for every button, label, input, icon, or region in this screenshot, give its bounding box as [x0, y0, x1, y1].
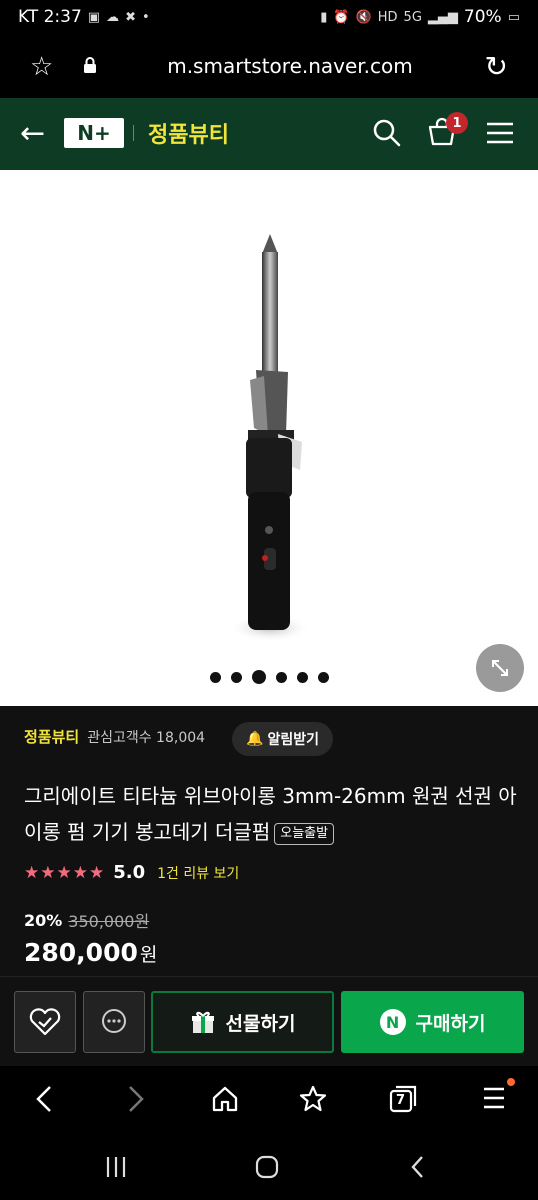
- bell-plus-icon: 🔔: [246, 731, 264, 747]
- store-header: ← N+ 정품뷰티 1: [0, 98, 538, 170]
- discount-row: 20% 350,000원: [24, 908, 149, 932]
- carousel-dot[interactable]: [209, 671, 221, 683]
- original-price: 350,000원: [68, 912, 150, 931]
- carrier-time: KT 2:37: [18, 7, 82, 27]
- alarm-subscribe-button[interactable]: 🔔 알림받기: [232, 722, 333, 756]
- carousel-dot[interactable]: [317, 671, 329, 683]
- browser-forward-icon[interactable]: [124, 1084, 148, 1114]
- carousel-dot[interactable]: [296, 671, 308, 683]
- alarm-icon: ⏰: [333, 9, 350, 25]
- carousel-dot-active[interactable]: [251, 670, 266, 684]
- signal-icon: ▂▄▆: [427, 9, 458, 25]
- network-5g-icon: 5G: [403, 9, 422, 25]
- review-link[interactable]: 1건 리뷰 보기: [157, 863, 239, 883]
- url-text[interactable]: m.smartstore.naver.com: [0, 54, 538, 78]
- system-home-icon[interactable]: [254, 1154, 280, 1180]
- cloud-notification-icon: ☁: [106, 9, 120, 25]
- mute-notification-icon: ✖: [125, 9, 136, 25]
- product-image: [230, 234, 310, 642]
- product-image-gallery[interactable]: [0, 170, 538, 706]
- star-rating-icon: ★★★★★: [24, 862, 106, 883]
- status-bar: KT 2:37 ▣ ☁ ✖ • ▮ ⏰ 🔇 HD 5G ▂▄▆ 70% ▭: [0, 0, 538, 34]
- sale-price-unit: 원: [139, 944, 158, 966]
- menu-notification-dot: [507, 1078, 515, 1086]
- battery-icon: ▭: [507, 9, 520, 25]
- back-arrow-icon[interactable]: ←: [20, 116, 45, 151]
- product-title-text: 그리에이트 티타늄 위브아이롱 3mm-26mm 원권 선권 아이롱 펌 기기 …: [24, 784, 517, 844]
- interest-count: 관심고객수 18,004: [87, 729, 206, 746]
- browser-menu-icon[interactable]: [482, 1084, 506, 1112]
- hd-voice-icon: HD: [377, 9, 398, 25]
- browser-address-bar: ☆ m.smartstore.naver.com ↻: [0, 34, 538, 98]
- battery-saver-icon: ▮: [320, 9, 328, 25]
- store-brand-title[interactable]: 정품뷰티: [148, 117, 229, 149]
- recent-apps-icon[interactable]: [104, 1154, 128, 1180]
- reload-icon[interactable]: ↻: [485, 50, 508, 83]
- expand-image-button[interactable]: [476, 644, 524, 692]
- mute-icon: 🔇: [355, 9, 372, 25]
- naver-plus-logo[interactable]: N+: [64, 118, 124, 148]
- gallery-notification-icon: ▣: [87, 9, 101, 25]
- heart-check-icon: [29, 1008, 61, 1036]
- carousel-dot[interactable]: [275, 671, 287, 683]
- rating-row: ★★★★★ 5.0 1건 리뷰 보기: [24, 862, 239, 883]
- naver-pay-n-icon: N: [379, 1009, 406, 1035]
- system-back-icon[interactable]: [406, 1154, 430, 1180]
- browser-back-icon[interactable]: [32, 1084, 56, 1114]
- browser-tabs-button[interactable]: 7: [388, 1084, 418, 1114]
- alarm-label: 알림받기: [267, 732, 319, 748]
- today-shipping-badge: 오늘출발: [274, 822, 335, 845]
- browser-home-icon[interactable]: [210, 1084, 240, 1114]
- discount-rate: 20%: [24, 910, 63, 930]
- talk-talk-button[interactable]: [83, 991, 145, 1053]
- buy-label: 구매하기: [415, 1012, 486, 1035]
- browser-bookmarks-icon[interactable]: [298, 1084, 328, 1114]
- sale-price: 280,000: [24, 938, 138, 967]
- expand-icon: [492, 660, 508, 676]
- gift-label: 선물하기: [225, 1012, 296, 1035]
- cart-count-badge: 1: [446, 112, 468, 134]
- hamburger-menu-icon[interactable]: [486, 122, 514, 144]
- chat-bubble-icon: [102, 1009, 126, 1033]
- logo-divider: [133, 125, 134, 141]
- purchase-action-bar: 선물하기 N 구매하기: [0, 976, 538, 1066]
- tab-count: 7: [396, 1093, 406, 1108]
- buy-button[interactable]: N 구매하기: [341, 991, 524, 1053]
- product-title: 그리에이트 티타늄 위브아이롱 3mm-26mm 원권 선권 아이롱 펌 기기 …: [24, 778, 524, 850]
- sale-price-row: 280,000 원: [24, 938, 157, 967]
- carousel-dot[interactable]: [230, 671, 242, 683]
- battery-level: 70%: [463, 7, 502, 27]
- store-name[interactable]: 정품뷰티: [24, 726, 79, 747]
- system-navigation-bar: [0, 1136, 538, 1200]
- rating-value: 5.0: [113, 862, 146, 883]
- wishlist-button[interactable]: [14, 991, 76, 1053]
- store-row: 정품뷰티 관심고객수 18,004: [24, 726, 205, 747]
- browser-toolbar: 7: [0, 1066, 538, 1136]
- carousel-dots: [0, 670, 538, 684]
- gift-button[interactable]: 선물하기: [151, 991, 334, 1053]
- more-notifications-icon: •: [142, 9, 150, 25]
- gift-icon: [191, 1011, 214, 1033]
- product-info: 정품뷰티 관심고객수 18,004 🔔 알림받기 그리에이트 티타늄 위브아이롱…: [0, 706, 538, 976]
- search-icon[interactable]: [372, 118, 402, 148]
